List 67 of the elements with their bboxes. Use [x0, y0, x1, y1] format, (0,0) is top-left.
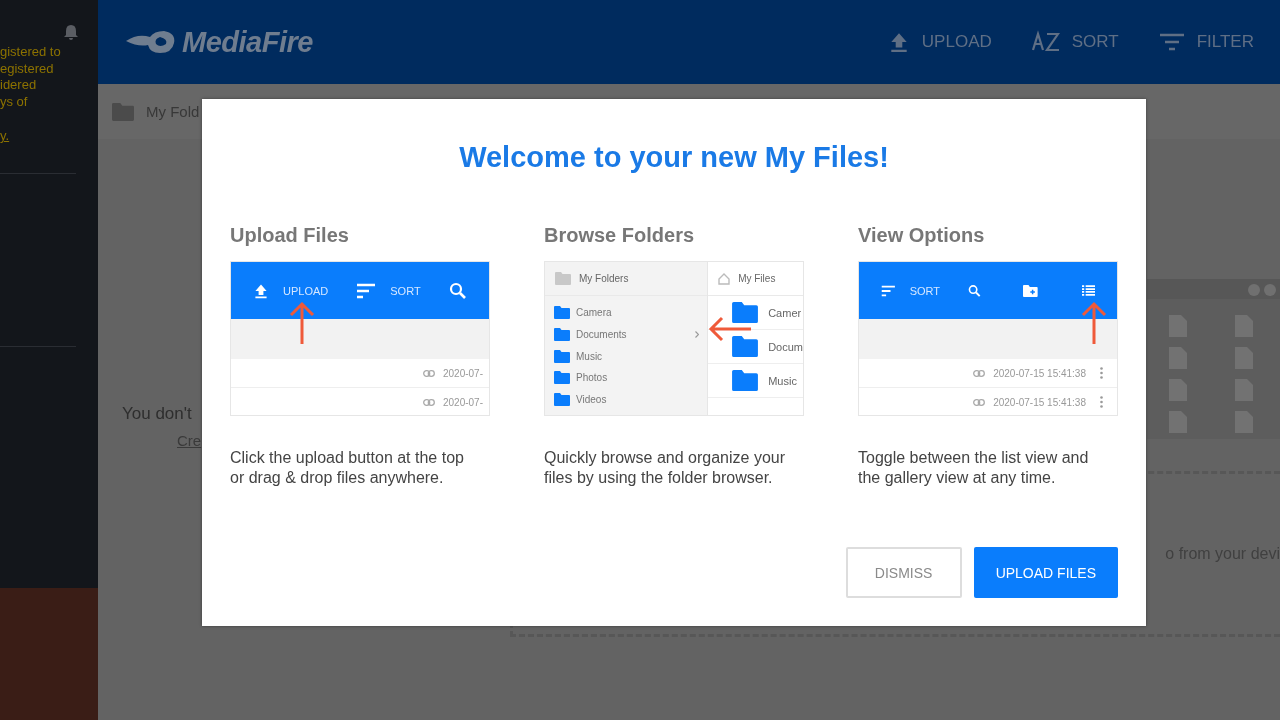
notice-text: gistered to	[0, 44, 62, 61]
window-control-icon[interactable]	[1248, 284, 1260, 296]
folder-icon	[554, 393, 570, 407]
chevron-icon	[695, 331, 699, 339]
date-text: 2020-07-	[442, 396, 483, 408]
arrow-icon	[289, 301, 315, 345]
filter-icon	[1158, 32, 1185, 52]
link-icon	[422, 398, 435, 406]
section-description: Quickly browse and organize your files by using the folder browser.	[544, 448, 786, 488]
folder-icon	[554, 349, 570, 363]
folder-name: Videos	[576, 394, 607, 406]
folder-icon	[732, 302, 759, 323]
toolbar-label: SORT	[909, 284, 940, 297]
date-text: 2020-07-	[442, 367, 483, 379]
folder-icon	[554, 328, 570, 342]
section-heading: View Options	[858, 224, 986, 247]
folder-name: Camera	[576, 307, 612, 319]
folder-icon	[555, 272, 571, 285]
link-icon	[973, 369, 986, 377]
flame-logo-icon	[124, 29, 176, 55]
toolbar-button[interactable]: FILTER	[1158, 30, 1254, 54]
notice-text: ys of	[0, 93, 29, 110]
section-description: Click the upload button at the top or drag & drop files anywhere.	[230, 448, 465, 488]
dismiss-button[interactable]: DISMISS	[845, 547, 962, 598]
window-control-icon[interactable]	[1264, 284, 1276, 296]
notice-text: idered	[0, 77, 38, 94]
date-text: 2020-07-15 15:41:38	[993, 396, 1086, 408]
more-icon	[1100, 396, 1103, 408]
notice-link[interactable]: y.	[0, 128, 98, 143]
bell-icon	[64, 24, 78, 40]
link-icon	[422, 369, 435, 377]
folder-icon	[732, 336, 759, 357]
folder-name: Documents	[576, 329, 627, 341]
file-name: Camer	[768, 306, 802, 319]
section-description: Toggle between the list view and the gallery view at any time.	[858, 448, 1090, 488]
sort-az-icon	[1031, 30, 1060, 54]
toolbar-button[interactable]: UPLOAD	[887, 30, 992, 54]
upload-files-button[interactable]: UPLOAD FILES	[973, 547, 1118, 598]
section-heading: Browse Folders	[544, 224, 696, 247]
upload-icon	[253, 282, 269, 299]
logo-text: MediaFire	[182, 25, 313, 59]
section-heading: Upload Files	[230, 224, 350, 247]
folder-icon	[554, 306, 570, 320]
folder-icon	[554, 371, 570, 385]
list-view-icon	[1081, 283, 1095, 298]
toolbar-button[interactable]: SORT	[1031, 30, 1119, 54]
arrow-icon	[708, 315, 752, 342]
search-icon	[448, 281, 467, 300]
notice-text: egistered	[0, 60, 55, 77]
date-text: 2020-07-15 15:41:38	[993, 367, 1086, 379]
folder-icon	[112, 102, 134, 121]
toolbar-label: SORT	[390, 284, 421, 297]
file-name: Docum	[768, 340, 803, 353]
arrow-icon	[1081, 301, 1107, 345]
link-icon	[973, 398, 986, 406]
file-name: Music	[768, 374, 797, 387]
folder-plus-icon	[1023, 282, 1038, 299]
folder-icon	[732, 370, 759, 391]
files-title: My Files	[738, 273, 776, 284]
folder-name: Photos	[576, 372, 608, 384]
folder-name: Music	[576, 350, 603, 362]
dialog-title: Welcome to your new My Files!	[458, 141, 890, 174]
tree-title: My Folders	[579, 273, 629, 284]
sort-icon	[356, 282, 377, 299]
more-icon	[1100, 367, 1103, 379]
toolbar-label: UPLOAD	[283, 284, 329, 297]
home-icon	[718, 272, 731, 285]
